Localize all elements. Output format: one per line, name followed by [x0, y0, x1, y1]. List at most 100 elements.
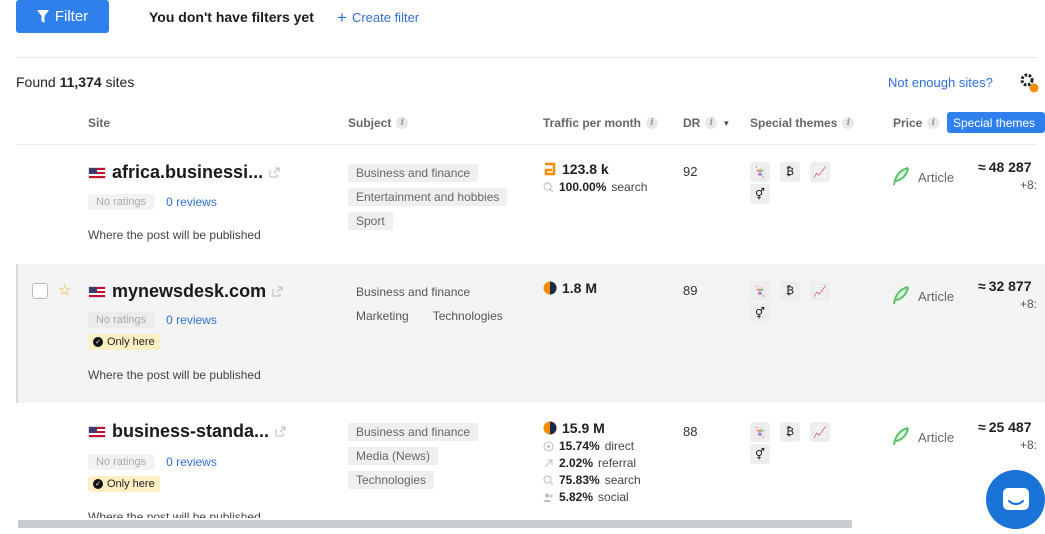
special-themes-tooltip: Special themes	[947, 112, 1045, 133]
theme-forex-icon: 📈	[810, 281, 830, 301]
subject-tag: Technologies	[432, 309, 503, 323]
rating-badge: No ratings	[88, 312, 155, 328]
traffic-value: 15.9 M	[543, 420, 641, 436]
count-sub: +8:	[1020, 178, 1038, 192]
site-name: mynewsdesk.com	[112, 281, 267, 301]
column-header-dr[interactable]: DR i ▼	[683, 116, 730, 130]
column-site-label: Site	[88, 116, 111, 130]
price-type: Article	[918, 429, 955, 445]
filter-button[interactable]: Filter	[16, 0, 109, 33]
table-row[interactable]: business-standa... No ratings 0 reviews …	[16, 404, 1045, 518]
create-filter-link[interactable]: + Create filter	[337, 8, 420, 27]
price-type: Article	[918, 169, 955, 185]
column-special-themes-label: Special themes	[750, 116, 838, 130]
search-icon	[543, 182, 554, 192]
count-number: 25 487	[988, 419, 1032, 435]
create-filter-label: Create filter	[351, 10, 420, 25]
column-dr-label: DR	[683, 116, 701, 130]
traffic-share: 5.82%	[559, 490, 594, 504]
traffic-number: 123.8 k	[562, 161, 609, 177]
column-header-price[interactable]: Price i	[893, 116, 940, 130]
settings-button[interactable]	[1018, 71, 1040, 93]
count-number: 48 287	[988, 159, 1032, 175]
info-icon[interactable]: i	[396, 117, 409, 129]
column-header-subject[interactable]: Subject i	[348, 116, 409, 130]
check-icon: ✓	[93, 479, 103, 489]
column-header-site[interactable]: Site	[88, 116, 110, 130]
theme-gambling-icon: 🃏	[750, 162, 770, 182]
price-cell[interactable]: Article	[892, 427, 954, 447]
theme-crypto-icon: ₿	[780, 162, 800, 182]
traffic-breakdown-item: 2.02% referral	[543, 456, 641, 470]
external-link-icon[interactable]	[272, 286, 283, 297]
table-row[interactable]: ☆ mynewsdesk.com No ratings 0 reviews ✓ …	[16, 264, 1045, 403]
reviews-link[interactable]: 0 reviews	[166, 313, 217, 327]
price-cell[interactable]: Article	[892, 286, 954, 306]
only-here-label: Only here	[107, 336, 155, 348]
not-enough-sites-link[interactable]: Not enough sites?	[888, 75, 993, 90]
column-subject-label: Subject	[348, 116, 392, 130]
sort-desc-icon[interactable]: ▼	[722, 119, 730, 128]
price-cell[interactable]: Article	[892, 167, 954, 187]
theme-crypto-icon: ₿	[780, 281, 800, 301]
site-name-link[interactable]: business-standa...	[88, 421, 286, 442]
social-icon	[543, 493, 553, 502]
site-name: africa.businessi...	[112, 162, 264, 182]
only-here-badge: ✓ Only here	[88, 334, 160, 350]
theme-adult-icon: ⚥	[750, 444, 770, 464]
where-published-link[interactable]: Where the post will be published	[88, 510, 261, 518]
count-value: ≈32 877	[978, 278, 1037, 294]
reviews-link[interactable]: 0 reviews	[166, 455, 217, 469]
traffic-number: 1.8 M	[562, 280, 598, 296]
site-name-link[interactable]: mynewsdesk.com	[88, 281, 283, 302]
subject-tag: Business and finance	[348, 164, 479, 182]
only-here-badge: ✓ Only here	[88, 476, 160, 492]
traffic-number: 15.9 M	[562, 420, 605, 436]
subject-tag: Sport	[348, 212, 393, 230]
search-icon	[543, 475, 554, 485]
external-link-icon[interactable]	[275, 426, 286, 437]
traffic-source: search	[604, 473, 641, 487]
row-checkbox[interactable]	[32, 283, 48, 299]
traffic-breakdown-item: 75.83% search	[543, 473, 641, 487]
table-row[interactable]: africa.businessi... No ratings 0 reviews…	[16, 145, 1045, 263]
column-header-traffic[interactable]: Traffic per month i	[543, 116, 659, 130]
where-published-link[interactable]: Where the post will be published	[88, 228, 261, 242]
site-name: business-standa...	[112, 421, 270, 441]
subject-tag: Entertainment and hobbies	[348, 188, 508, 206]
count-sub: +8:	[1020, 297, 1038, 311]
flag-us-icon	[88, 425, 106, 438]
info-icon[interactable]: i	[705, 117, 718, 129]
count-value: ≈25 487	[978, 419, 1037, 435]
dr-value: 89	[683, 283, 698, 298]
chat-button[interactable]	[986, 470, 1045, 529]
direct-icon	[543, 441, 554, 451]
rating-badge: No ratings	[88, 454, 155, 470]
chat-icon	[1002, 487, 1029, 510]
feather-icon	[893, 286, 909, 305]
site-name-link[interactable]: africa.businessi...	[88, 162, 280, 183]
traffic-breakdown-item: 15.74% direct	[543, 439, 641, 453]
info-icon[interactable]: i	[842, 117, 855, 129]
info-icon[interactable]: i	[646, 117, 659, 129]
subject-tag: Business and finance	[348, 423, 479, 441]
found-count-text: Found 11,374 sites	[16, 74, 134, 90]
chevrons-up-icon: ≈	[978, 419, 986, 435]
subject-tag: Technologies	[348, 471, 435, 489]
flag-us-icon	[88, 285, 106, 298]
column-header-special-themes[interactable]: Special themes i	[750, 116, 855, 130]
dr-value: 88	[683, 424, 698, 439]
traffic-source: search	[611, 180, 648, 194]
theme-adult-icon: ⚥	[750, 184, 770, 204]
found-prefix: Found	[16, 74, 56, 90]
plus-icon: +	[337, 8, 347, 27]
star-icon[interactable]: ☆	[58, 281, 71, 299]
horizontal-scrollbar[interactable]	[18, 520, 852, 528]
external-link-icon[interactable]	[269, 167, 280, 178]
check-icon: ✓	[93, 337, 103, 347]
where-published-link[interactable]: Where the post will be published	[88, 368, 261, 382]
info-icon[interactable]: i	[927, 117, 940, 129]
count-sub: +8:	[1020, 438, 1038, 452]
theme-crypto-icon: ₿	[780, 422, 800, 442]
reviews-link[interactable]: 0 reviews	[166, 195, 217, 209]
